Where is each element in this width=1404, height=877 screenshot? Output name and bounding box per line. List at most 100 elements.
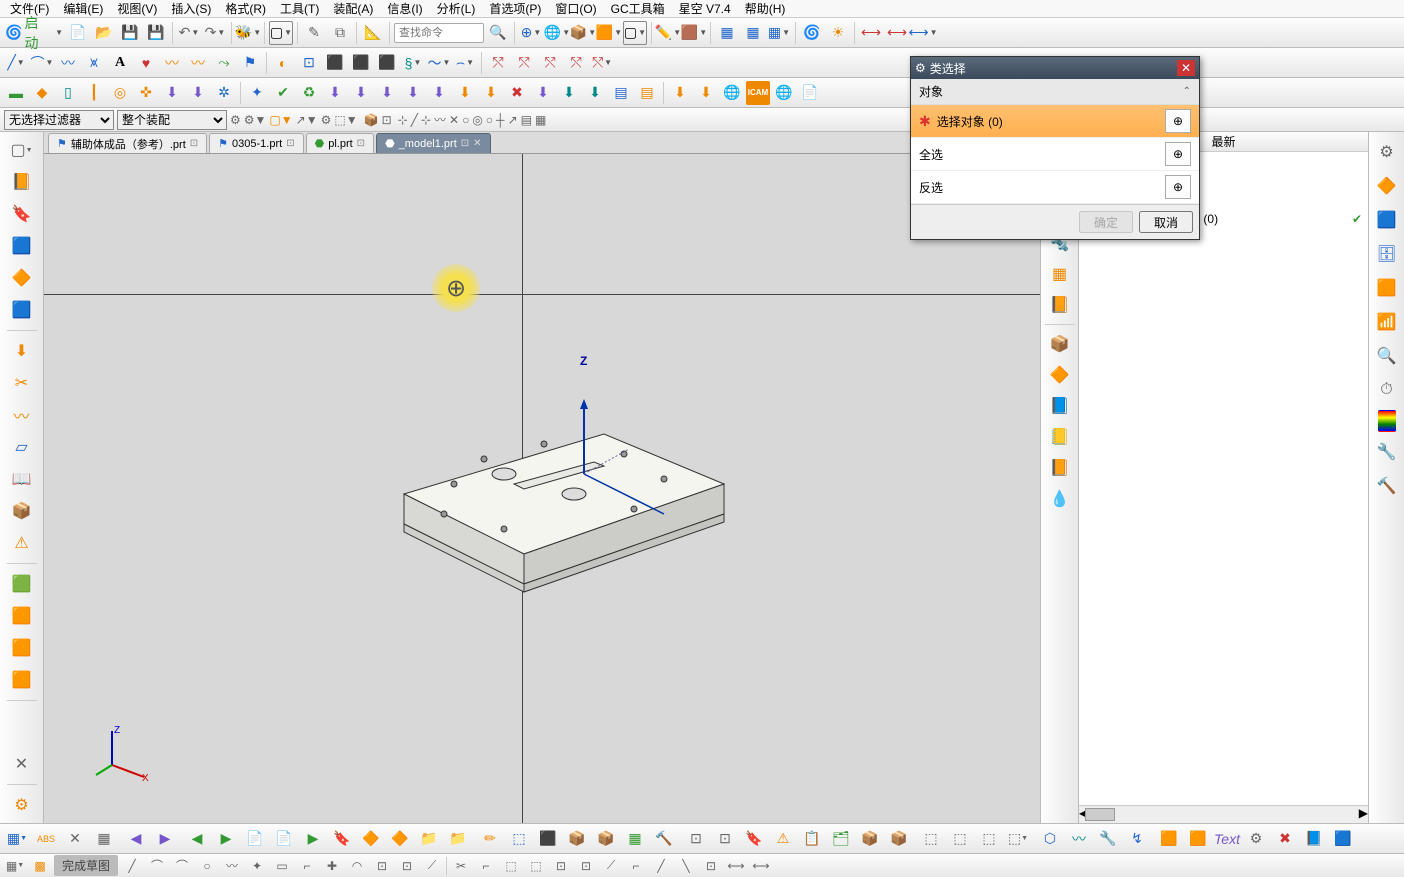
box-icon[interactable]: 📦▼ [571,21,595,45]
bt1-play-icon[interactable]: ▶ [300,827,326,851]
menu-format[interactable]: 格式(R) [219,0,272,17]
bt1-n2-icon[interactable]: ⊡ [712,827,738,851]
lb-clip-icon[interactable]: 🔖 [8,200,36,228]
bt1-cube-icon[interactable]: 🟦 [1330,827,1356,851]
sb-td-icon[interactable]: ⟷ [750,856,772,876]
bt1-info-icon[interactable]: 📘 [1301,827,1327,851]
p14-icon[interactable]: ⬇ [668,81,692,105]
p2-icon[interactable]: ⬇ [349,81,373,105]
feature-tree[interactable]: ✚ 基准坐标系 (0) ✔ [1079,152,1368,805]
lb-book-icon[interactable]: 📙 [8,168,36,196]
menu-assembly[interactable]: 装配(A) [327,0,379,17]
sb-pt-icon[interactable]: ✦ [246,856,268,876]
lb-wave-icon[interactable]: 〰 [8,401,36,429]
sb-arc-icon[interactable]: ⌒ [146,856,168,876]
bt1-grid-icon[interactable]: ▦ [91,827,117,851]
p9-icon[interactable]: ⬇ [531,81,555,105]
asm3-icon[interactable]: ▯ [56,81,80,105]
tab-3[interactable]: ⬣pl.prt⊡ [306,133,374,153]
wave-icon[interactable]: 〰 [160,51,184,75]
wave2-icon[interactable]: 〰 [186,51,210,75]
bt1-o2-icon[interactable]: ⬚ [947,827,973,851]
cyl2-icon[interactable]: ⬛ [349,51,373,75]
fly-icon[interactable]: 🐝▼ [236,21,260,45]
asm9-icon[interactable]: ✲ [212,81,236,105]
snap-end-icon[interactable]: ⊹ [421,113,431,127]
bt1-next-icon[interactable]: ▶ [152,827,178,851]
menu-tools[interactable]: 工具(T) [274,0,325,17]
bt1-axis-icon[interactable]: ↯ [1124,827,1150,851]
p4-icon[interactable]: ⬇ [401,81,425,105]
bt1-x2-icon[interactable]: ✖ [1272,827,1298,851]
lb-diamond-icon[interactable]: 🔶 [8,264,36,292]
bt1-text-icon[interactable]: Text [1214,827,1240,851]
menu-edit[interactable]: 编辑(E) [57,0,109,17]
p6-icon[interactable]: ⬇ [453,81,477,105]
rb-11-icon[interactable]: 📙 [1046,454,1074,482]
p13-icon[interactable]: ▤ [635,81,659,105]
dialog-row-select-all[interactable]: 全选 ⊕ [911,138,1199,171]
snap-ctr-icon[interactable]: ○ [462,113,469,127]
sb-plus-icon[interactable]: ✚ [321,856,343,876]
rb-8-icon[interactable]: 🔶 [1046,361,1074,389]
bt1-hex-icon[interactable]: ⬡ [1037,827,1063,851]
start-button[interactable]: 🌀启动▼ [4,21,64,45]
dim1-icon[interactable]: ⟷ [859,21,883,45]
lb-open-icon[interactable]: 📖 [8,465,36,493]
bt1-doc2-icon[interactable]: 📄 [271,827,297,851]
bt1-m6-icon[interactable]: ▦ [622,827,648,851]
sb-t5-icon[interactable]: ⊡ [550,856,572,876]
line-icon[interactable]: ╱▼ [4,51,28,75]
bt1-m4-icon[interactable]: 📦 [564,827,590,851]
bt1-m2-icon[interactable]: ⬚ [506,827,532,851]
asm1-icon[interactable]: ▬ [4,81,28,105]
snap-quad-icon[interactable]: ◎ [472,113,482,127]
lb-box2-icon[interactable]: 📦 [8,497,36,525]
f3-icon[interactable]: ▢▼ [269,113,292,127]
rb-12-icon[interactable]: 💧 [1046,485,1074,513]
snap-perp-icon[interactable]: ┼ [496,113,505,127]
bt1-dia2-icon[interactable]: 🔶 [387,827,413,851]
bt1-m5-icon[interactable]: 📦 [593,827,619,851]
select-target-icon[interactable]: ⊕ [1165,109,1191,133]
viewport-3d[interactable]: Z [44,154,1040,823]
f6-icon[interactable]: ⬚▼ [334,113,357,127]
spline2-icon[interactable]: 〜▼ [427,51,451,75]
sb-2-icon[interactable]: ▩ [29,856,51,876]
p15-icon[interactable]: ⬇ [694,81,718,105]
menu-prefs[interactable]: 首选项(P) [483,0,547,17]
revolve-icon[interactable]: ◐ [271,51,295,75]
snap-near-icon[interactable]: ↗ [508,113,518,127]
bt1-1-icon[interactable]: ▦▼ [4,827,30,851]
bt1-n5-icon[interactable]: 📋 [799,827,825,851]
snap-mid-icon[interactable]: ╱ [411,113,418,127]
rb2-6-icon[interactable]: 🔍 [1373,342,1401,370]
bt1-abs-icon[interactable]: ABS [33,827,59,851]
sb-t3-icon[interactable]: ⬚ [500,856,522,876]
open-icon[interactable]: 📂 [92,21,116,45]
f4-icon[interactable]: ↗▼ [296,113,318,127]
bt1-back-icon[interactable]: ◀ [184,827,210,851]
menu-analysis[interactable]: 分析(L) [431,0,482,17]
bt1-m1-icon[interactable]: ✏ [477,827,503,851]
p16-icon[interactable]: 🌐 [720,81,744,105]
bridge-icon[interactable]: ⌢▼ [453,51,477,75]
sb-s3-icon[interactable]: ⊡ [396,856,418,876]
grid2-icon[interactable]: ▦ [741,21,765,45]
p8-icon[interactable]: ✖ [505,81,529,105]
f2-icon[interactable]: ⚙▼ [244,113,267,127]
sb-tc-icon[interactable]: ⟷ [725,856,747,876]
filter-select-1[interactable]: 无选择过滤器 [4,110,114,130]
p10-icon[interactable]: ⬇ [557,81,581,105]
rb2-9-icon[interactable]: 🔧 [1373,438,1401,466]
lb-boxes4-icon[interactable]: 🟧 [8,666,36,694]
copy-icon[interactable]: ⧉ [328,21,352,45]
cancel-button[interactable]: 取消 [1139,211,1193,233]
fork5-icon[interactable]: ⤲▼ [590,51,614,75]
heart-icon[interactable]: ♥ [134,51,158,75]
redo-icon[interactable]: ↷▼ [203,21,227,45]
dim3-icon[interactable]: ⟷▼ [911,21,935,45]
dim2-icon[interactable]: ⟷ [885,21,909,45]
asm4-icon[interactable]: ┃ [82,81,106,105]
menu-help[interactable]: 帮助(H) [739,0,792,17]
